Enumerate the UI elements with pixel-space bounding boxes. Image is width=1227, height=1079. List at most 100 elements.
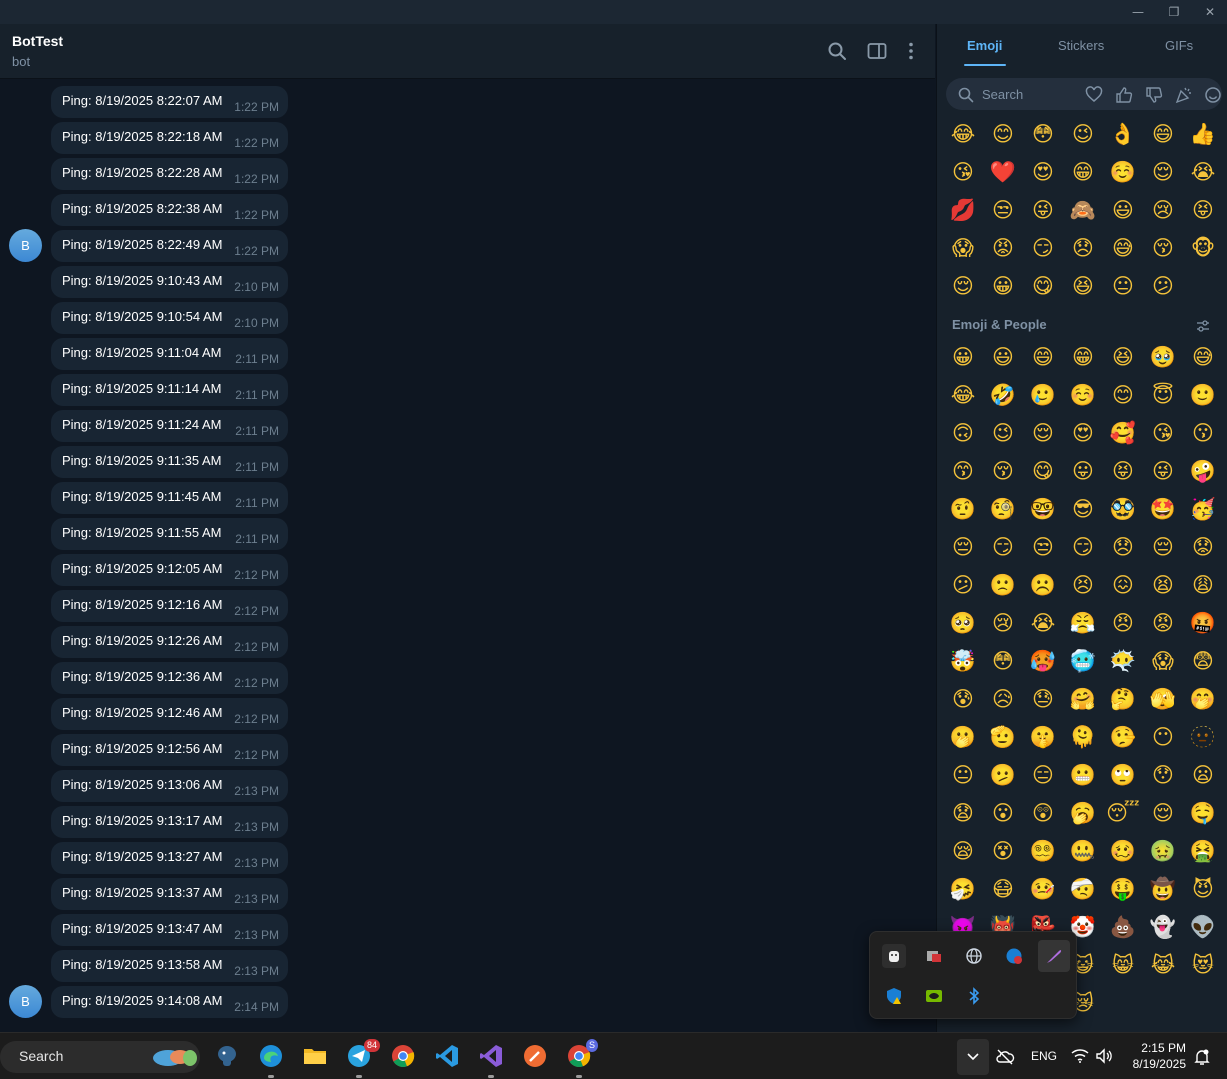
edge-app-icon[interactable] xyxy=(258,1043,284,1069)
emoji-item[interactable]: ☺️ xyxy=(1063,376,1103,414)
emoji-item[interactable]: 🥰 xyxy=(1103,414,1143,452)
message-bubble[interactable]: Ping: 8/19/2025 8:22:49 AM 1:22 PM xyxy=(51,230,288,262)
feather-icon[interactable] xyxy=(1038,940,1070,972)
edge-badge-icon[interactable] xyxy=(1002,944,1026,968)
wifi-icon[interactable] xyxy=(1071,1048,1089,1064)
message-bubble[interactable]: Ping: 8/19/2025 8:22:28 AM 1:22 PM xyxy=(51,158,288,190)
emoji-item[interactable]: 😢 xyxy=(1143,191,1183,229)
vscode-app-icon[interactable] xyxy=(434,1043,460,1069)
message-bubble[interactable]: Ping: 8/19/2025 9:12:46 AM 2:12 PM xyxy=(51,698,288,730)
message-bubble[interactable]: Ping: 8/19/2025 9:11:55 AM 2:11 PM xyxy=(51,518,288,550)
emoji-item[interactable]: ❤️ xyxy=(983,153,1023,191)
emoji-item[interactable]: 🤑 xyxy=(1103,870,1143,908)
emoji-item[interactable]: 😭 xyxy=(1023,604,1063,642)
heart-icon[interactable] xyxy=(1085,86,1103,104)
emoji-item[interactable]: 🤫 xyxy=(1023,718,1063,756)
tab-emoji[interactable]: Emoji xyxy=(967,38,1002,53)
emoji-item[interactable]: 🤩 xyxy=(1143,490,1183,528)
emoji-item[interactable]: 😍 xyxy=(1063,414,1103,452)
emoji-item[interactable]: 😝 xyxy=(1183,191,1223,229)
emoji-item[interactable]: 😤 xyxy=(1063,604,1103,642)
message-bubble[interactable]: Ping: 8/19/2025 9:12:05 AM 2:12 PM xyxy=(51,554,288,586)
emoji-item[interactable]: 🧐 xyxy=(983,490,1023,528)
taskbar-search-box[interactable]: Search xyxy=(0,1041,200,1073)
emoji-item[interactable]: 😧 xyxy=(943,794,983,832)
emoji-item[interactable]: 😒 xyxy=(1023,528,1063,566)
emoji-item[interactable]: 😅 xyxy=(1183,338,1223,376)
message-bubble[interactable]: Ping: 8/19/2025 9:11:35 AM 2:11 PM xyxy=(51,446,288,478)
emoji-item[interactable]: 😟 xyxy=(1183,528,1223,566)
emoji-item[interactable]: 😜 xyxy=(1023,191,1063,229)
message-bubble[interactable]: Ping: 8/19/2025 9:11:14 AM 2:11 PM xyxy=(51,374,288,406)
message-bubble[interactable]: Ping: 8/19/2025 9:12:36 AM 2:12 PM xyxy=(51,662,288,694)
sidebar-toggle-icon[interactable] xyxy=(866,40,888,62)
emoji-item[interactable]: ☺️ xyxy=(1103,153,1143,191)
postgres-app-icon[interactable] xyxy=(214,1043,240,1069)
input-language[interactable]: ENG xyxy=(1031,1049,1057,1063)
emoji-item[interactable]: 😙 xyxy=(943,452,983,490)
emoji-item[interactable]: 🐵 xyxy=(1183,229,1223,267)
cloud-off-icon[interactable] xyxy=(995,1048,1015,1066)
emoji-item[interactable]: 😰 xyxy=(943,680,983,718)
emoji-item[interactable]: 🤯 xyxy=(943,642,983,680)
emoji-item[interactable]: 😊 xyxy=(983,115,1023,153)
emoji-item[interactable]: 😘 xyxy=(943,153,983,191)
bluetooth-icon[interactable] xyxy=(962,984,986,1008)
emoji-item[interactable]: 🥴 xyxy=(1103,832,1143,870)
emoji-item[interactable]: 🤗 xyxy=(1063,680,1103,718)
emoji-item[interactable]: 😪 xyxy=(943,832,983,870)
emoji-item[interactable]: 🙄 xyxy=(1103,756,1143,794)
tab-gifs[interactable]: GIFs xyxy=(1165,38,1193,53)
message-bubble[interactable]: Ping: 8/19/2025 9:10:43 AM 2:10 PM xyxy=(51,266,288,298)
restore-button[interactable]: ❐ xyxy=(1157,0,1191,24)
emoji-item[interactable]: 🤭 xyxy=(1183,680,1223,718)
emoji-item[interactable]: 😦 xyxy=(1183,756,1223,794)
emoji-item[interactable]: 😘 xyxy=(1143,414,1183,452)
emoji-item[interactable]: 🥸 xyxy=(1103,490,1143,528)
emoji-item[interactable]: 😵‍💫 xyxy=(1023,832,1063,870)
emoji-item[interactable]: 😣 xyxy=(1063,566,1103,604)
emoji-item[interactable]: 😉 xyxy=(1063,115,1103,153)
emoji-item[interactable]: 😌 xyxy=(1143,153,1183,191)
emoji-item[interactable]: 👻 xyxy=(1143,908,1183,946)
emoji-item[interactable]: 😂 xyxy=(943,115,983,153)
emoji-item[interactable]: 😕 xyxy=(1143,267,1183,305)
emoji-item[interactable]: 😏 xyxy=(1063,528,1103,566)
emoji-item[interactable]: 😒 xyxy=(983,191,1023,229)
emoji-item[interactable]: 😌 xyxy=(1143,794,1183,832)
emoji-item[interactable]: 🤣 xyxy=(983,376,1023,414)
telegram-app-icon[interactable]: 84 xyxy=(346,1039,380,1069)
message-bubble[interactable]: Ping: 8/19/2025 9:12:26 AM 2:12 PM xyxy=(51,626,288,658)
emoji-item[interactable]: 😭 xyxy=(1183,153,1223,191)
emoji-item[interactable]: 😖 xyxy=(1103,566,1143,604)
notification-bell-icon[interactable] xyxy=(1194,1048,1210,1066)
emoji-item[interactable]: 🥺 xyxy=(943,604,983,642)
close-button[interactable]: ✕ xyxy=(1193,0,1227,24)
emoji-item[interactable]: 😨 xyxy=(1183,642,1223,680)
minimize-button[interactable]: — xyxy=(1121,0,1155,24)
emoji-item[interactable]: 🤕 xyxy=(1063,870,1103,908)
emoji-item[interactable]: 😕 xyxy=(943,566,983,604)
clock-time[interactable]: 2:15 PM xyxy=(1141,1041,1186,1055)
message-bubble[interactable]: Ping: 8/19/2025 9:13:58 AM 2:13 PM xyxy=(51,950,288,982)
emoji-item[interactable]: 😌 xyxy=(943,267,983,305)
emoji-item[interactable]: 😡 xyxy=(983,229,1023,267)
emoji-item[interactable]: 🤤 xyxy=(1183,794,1223,832)
emoji-item[interactable]: 🥲 xyxy=(1023,376,1063,414)
emoji-item[interactable]: 😗 xyxy=(1183,414,1223,452)
emoji-item[interactable]: 🤬 xyxy=(1183,604,1223,642)
emoji-item[interactable]: 🤒 xyxy=(1023,870,1063,908)
emoji-item[interactable]: 😻 xyxy=(1183,946,1223,984)
emoji-item[interactable]: 😢 xyxy=(983,604,1023,642)
emoji-item[interactable]: 👽 xyxy=(1183,908,1223,946)
emoji-item[interactable]: 😋 xyxy=(1023,267,1063,305)
emoji-item[interactable]: 😅 xyxy=(1103,229,1143,267)
emoji-item[interactable]: 😶 xyxy=(1143,718,1183,756)
ghost-app-icon[interactable] xyxy=(882,944,906,968)
message-bubble[interactable]: Ping: 8/19/2025 9:13:37 AM 2:13 PM xyxy=(51,878,288,910)
file-explorer-icon[interactable] xyxy=(302,1043,328,1069)
emoji-item[interactable]: 🤮 xyxy=(1183,832,1223,870)
emoji-item[interactable]: 😔 xyxy=(943,528,983,566)
message-bubble[interactable]: Ping: 8/19/2025 9:10:54 AM 2:10 PM xyxy=(51,302,288,334)
thumbs-down-icon[interactable] xyxy=(1145,86,1163,104)
